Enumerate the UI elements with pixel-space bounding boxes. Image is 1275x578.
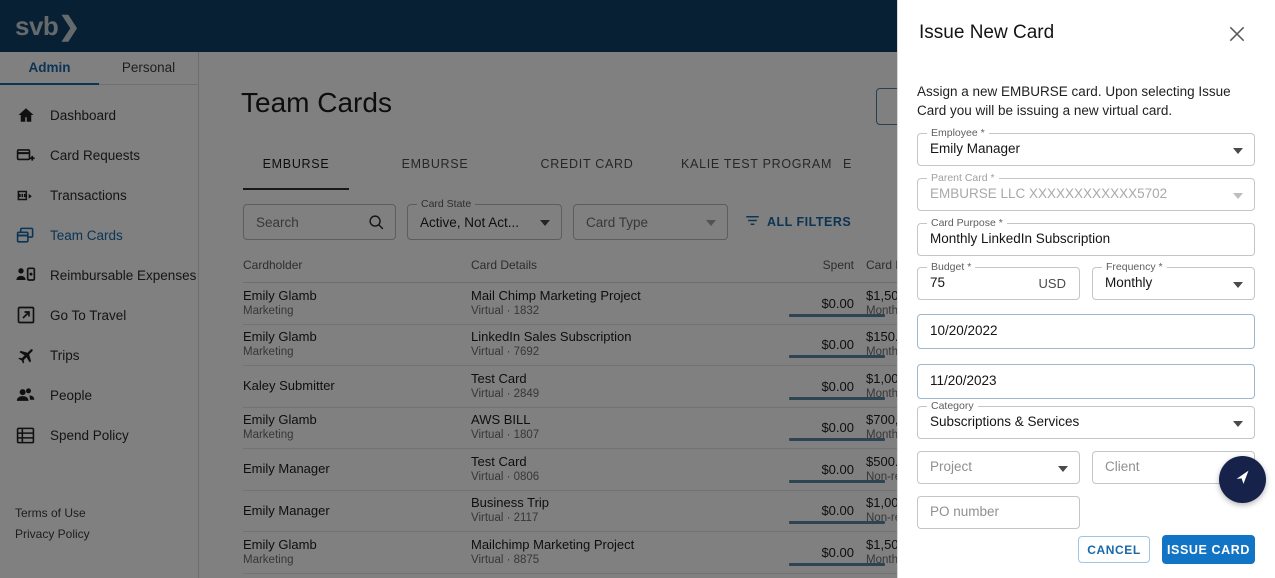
category-select[interactable]: Category Subscriptions & Services (917, 400, 1255, 439)
budget-currency: USD (1038, 276, 1066, 291)
chevron-down-icon (1233, 421, 1243, 427)
po-number-placeholder: PO number (930, 504, 1000, 519)
card-purpose-input[interactable]: Card Purpose * Monthly LinkedIn Subscrip… (917, 217, 1255, 256)
close-icon[interactable] (1227, 24, 1247, 44)
cursor-arrow-icon (1232, 466, 1254, 493)
app-root: svb❯ Admin Personal Dashboard Card Reque… (0, 0, 1275, 578)
frequency-select[interactable]: Frequency * Monthly (1092, 261, 1255, 300)
po-number-input[interactable]: PO number (917, 496, 1080, 529)
end-date-value: 11/20/2023 (930, 373, 997, 388)
issue-new-card-drawer: Issue New Card Assign a new EMBURSE card… (897, 0, 1275, 578)
category-label: Category (927, 400, 978, 412)
chevron-down-icon (1233, 148, 1243, 154)
project-select[interactable]: Project (917, 451, 1080, 484)
issue-card-button[interactable]: ISSUE CARD (1162, 535, 1255, 564)
start-date-value: 10/20/2022 (930, 323, 998, 338)
category-value: Subscriptions & Services (930, 414, 1080, 429)
parent-card-select: Parent Card * EMBURSE LLC XXXXXXXXXXXX57… (917, 172, 1255, 211)
frequency-value: Monthly (1105, 275, 1153, 290)
drawer-description: Assign a new EMBURSE card. Upon selectin… (917, 84, 1231, 118)
employee-value: Emily Manager (930, 141, 1021, 156)
end-date-input[interactable]: 11/20/2023 (917, 364, 1255, 399)
budget-label: Budget * (927, 261, 976, 273)
cancel-button[interactable]: CANCEL (1078, 536, 1150, 563)
start-date-input[interactable]: 10/20/2022 (917, 314, 1255, 349)
project-placeholder: Project (930, 459, 973, 474)
chevron-down-icon (1058, 466, 1068, 472)
budget-input[interactable]: Budget * 75 USD (917, 261, 1080, 300)
employee-label: Employee * (927, 127, 989, 139)
support-fab-button[interactable] (1219, 456, 1266, 503)
budget-value: 75 (930, 275, 946, 290)
drawer-title: Issue New Card (919, 22, 1055, 43)
employee-select[interactable]: Employee * Emily Manager (917, 127, 1255, 166)
parent-card-label: Parent Card * (927, 172, 999, 184)
card-purpose-label: Card Purpose * (927, 217, 1007, 229)
chevron-down-icon (1233, 282, 1243, 288)
frequency-label: Frequency * (1102, 261, 1167, 273)
client-placeholder: Client (1105, 459, 1140, 474)
card-purpose-value: Monthly LinkedIn Subscription (930, 231, 1111, 246)
parent-card-value: EMBURSE LLC XXXXXXXXXXXX5702 (930, 186, 1168, 201)
chevron-down-icon (1233, 193, 1243, 199)
